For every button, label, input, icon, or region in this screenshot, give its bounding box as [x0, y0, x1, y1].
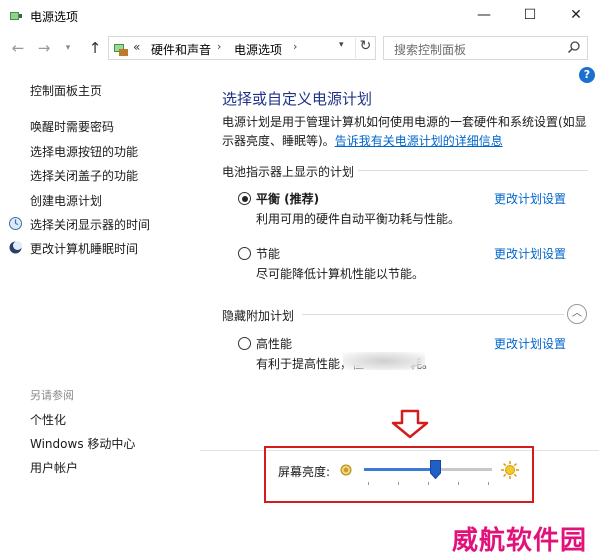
group-title-battery-meter: 电池指示器上显示的计划: [222, 165, 355, 179]
plan-radio-high-performance[interactable]: [238, 337, 251, 350]
breadcrumb-power-options[interactable]: 电源选项: [234, 41, 282, 58]
brightness-slider-fill: [364, 468, 436, 471]
maximize-button[interactable]: ☐: [507, 0, 553, 30]
sidebar-item-wake-password[interactable]: 唤醒时需要密码: [30, 118, 114, 135]
change-plan-settings-power-saver[interactable]: 更改计划设置: [494, 245, 566, 262]
slider-tick: [428, 482, 429, 485]
plan-name-balanced[interactable]: 平衡 (推荐): [256, 190, 319, 207]
slider-tick: [488, 482, 489, 485]
plan-name-high-performance[interactable]: 高性能: [256, 335, 292, 352]
slider-tick: [458, 482, 459, 485]
sidebar-item-lid-close[interactable]: 选择关闭盖子的功能: [30, 167, 138, 184]
plan-desc-balanced: 利用可用的硬件自动平衡功耗与性能。: [256, 212, 461, 226]
dim-brightness-icon: [340, 464, 352, 476]
navigation-bar: ← → ▾ ↑ « 硬件和声音 › 电源选项 › ▾ ↻ 搜索控制面板: [0, 32, 599, 64]
refresh-button[interactable]: ↻: [355, 38, 375, 58]
display-off-icon: [9, 217, 22, 230]
forward-button[interactable]: →: [34, 38, 54, 58]
annotation-arrow-icon: [391, 409, 429, 439]
search-input[interactable]: 搜索控制面板: [394, 41, 466, 58]
brightness-slider-thumb[interactable]: [430, 460, 442, 479]
group-divider: [302, 314, 564, 315]
sidebar: 控制面板主页 唤醒时需要密码 选择电源按钮的功能 选择关闭盖子的功能 创建电源计…: [0, 64, 200, 560]
back-button[interactable]: ←: [8, 38, 28, 58]
see-also-title: 另请参阅: [30, 389, 74, 402]
sleep-icon: [9, 241, 22, 254]
see-also-personalization[interactable]: 个性化: [30, 411, 66, 428]
search-box[interactable]: 搜索控制面板: [383, 36, 588, 60]
sidebar-item-sleep[interactable]: 更改计算机睡眠时间: [30, 240, 138, 257]
plan-radio-balanced[interactable]: [238, 192, 251, 205]
sidebar-item-create-plan[interactable]: 创建电源计划: [30, 192, 102, 209]
plan-radio-power-saver[interactable]: [238, 247, 251, 260]
sidebar-item-power-button[interactable]: 选择电源按钮的功能: [30, 143, 138, 160]
collapse-hidden-plans-button[interactable]: ︿: [567, 304, 587, 324]
plan-desc-power-saver: 尽可能降低计算机性能以节能。: [256, 267, 425, 281]
see-also-mobility-center[interactable]: Windows 移动中心: [30, 435, 135, 452]
group-divider: [358, 170, 588, 171]
recent-locations-button[interactable]: ▾: [58, 38, 78, 58]
group-title-hidden-plans: 隐藏附加计划: [222, 309, 295, 323]
close-button[interactable]: ✕: [553, 0, 599, 30]
change-plan-settings-balanced[interactable]: 更改计划设置: [494, 190, 566, 207]
breadcrumb-separator[interactable]: ›: [293, 40, 297, 53]
change-plan-settings-high-performance[interactable]: 更改计划设置: [494, 335, 566, 352]
power-options-icon: [10, 12, 22, 20]
breadcrumb-hardware-sound[interactable]: 硬件和声音: [151, 41, 211, 58]
window-title: 电源选项: [30, 10, 79, 24]
sidebar-item-display-off[interactable]: 选择关闭显示器的时间: [30, 216, 150, 233]
watermark: 威航软件园: [452, 526, 588, 556]
see-also-user-accounts[interactable]: 用户帐户: [30, 459, 78, 476]
help-icon[interactable]: ?: [579, 67, 595, 83]
learn-more-link[interactable]: 告诉我有关电源计划的详细信息: [335, 134, 503, 148]
address-dropdown-button[interactable]: ▾: [339, 40, 344, 50]
page-description: 电源计划是用于管理计算机如何使用电源的一套硬件和系统设置(如显示器亮度、睡眠等)…: [222, 113, 592, 151]
blurred-region: [343, 352, 425, 370]
title-bar: 电源选项 — ☐ ✕: [0, 0, 599, 32]
minimize-button[interactable]: —: [461, 0, 507, 30]
control-panel-icon: [114, 44, 128, 56]
bright-brightness-icon: [501, 461, 519, 479]
breadcrumb-overflow[interactable]: «: [133, 40, 140, 54]
up-button[interactable]: ↑: [85, 38, 105, 58]
breadcrumb-separator[interactable]: ›: [217, 40, 221, 53]
search-icon[interactable]: [567, 40, 581, 54]
sidebar-item-home[interactable]: 控制面板主页: [30, 82, 102, 99]
brightness-label: 屏幕亮度:: [278, 465, 331, 479]
page-title: 选择或自定义电源计划: [222, 90, 373, 108]
slider-tick: [398, 482, 399, 485]
address-bar[interactable]: « 硬件和声音 › 电源选项 › ▾ ↻: [108, 36, 376, 60]
slider-tick: [368, 482, 369, 485]
plan-name-power-saver[interactable]: 节能: [256, 245, 280, 262]
